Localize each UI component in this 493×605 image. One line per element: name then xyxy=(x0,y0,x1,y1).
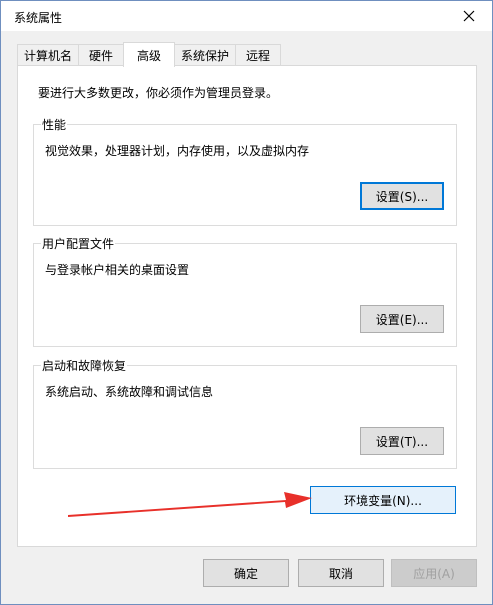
title-bar: 系统属性 xyxy=(1,1,492,31)
performance-description: 视觉效果，处理器计划，内存使用，以及虚拟内存 xyxy=(45,144,310,158)
admin-notice: 要进行大多数更改，你必须作为管理员登录。 xyxy=(38,86,279,100)
performance-group-title: 性能 xyxy=(41,116,68,133)
ok-button[interactable]: 确定 xyxy=(203,559,289,587)
tab-system-protection[interactable]: 系统保护 xyxy=(174,44,236,65)
close-icon xyxy=(463,10,475,22)
tab-hardware[interactable]: 硬件 xyxy=(78,44,124,65)
close-button[interactable] xyxy=(446,1,492,31)
tab-remote[interactable]: 远程 xyxy=(235,44,281,65)
user-profiles-description: 与登录帐户相关的桌面设置 xyxy=(45,263,190,277)
user-profiles-group: 用户配置文件 与登录帐户相关的桌面设置 设置(E)... xyxy=(33,235,457,347)
startup-recovery-description: 系统启动、系统故障和调试信息 xyxy=(45,385,214,399)
performance-group: 性能 视觉效果，处理器计划，内存使用，以及虚拟内存 设置(S)... xyxy=(33,116,457,226)
startup-recovery-settings-button[interactable]: 设置(T)... xyxy=(360,427,444,455)
performance-settings-button[interactable]: 设置(S)... xyxy=(360,182,444,210)
window-title: 系统属性 xyxy=(14,11,63,25)
user-profiles-group-title: 用户配置文件 xyxy=(41,235,116,252)
tab-computer-name[interactable]: 计算机名 xyxy=(17,44,79,65)
apply-button[interactable]: 应用(A) xyxy=(391,559,477,587)
environment-variables-button[interactable]: 环境变量(N)... xyxy=(310,486,456,514)
tab-advanced[interactable]: 高级 xyxy=(123,42,175,67)
startup-recovery-group: 启动和故障恢复 系统启动、系统故障和调试信息 设置(T)... xyxy=(33,357,457,469)
cancel-button[interactable]: 取消 xyxy=(298,559,384,587)
user-profiles-settings-button[interactable]: 设置(E)... xyxy=(360,305,444,333)
advanced-tab-panel: 要进行大多数更改，你必须作为管理员登录。 性能 视觉效果，处理器计划，内存使用，… xyxy=(17,65,477,547)
startup-recovery-group-title: 启动和故障恢复 xyxy=(41,357,128,374)
system-properties-window: 系统属性 计算机名 硬件 高级 系统保护 远程 要进行大多数更改，你必须作为管理… xyxy=(0,0,493,605)
